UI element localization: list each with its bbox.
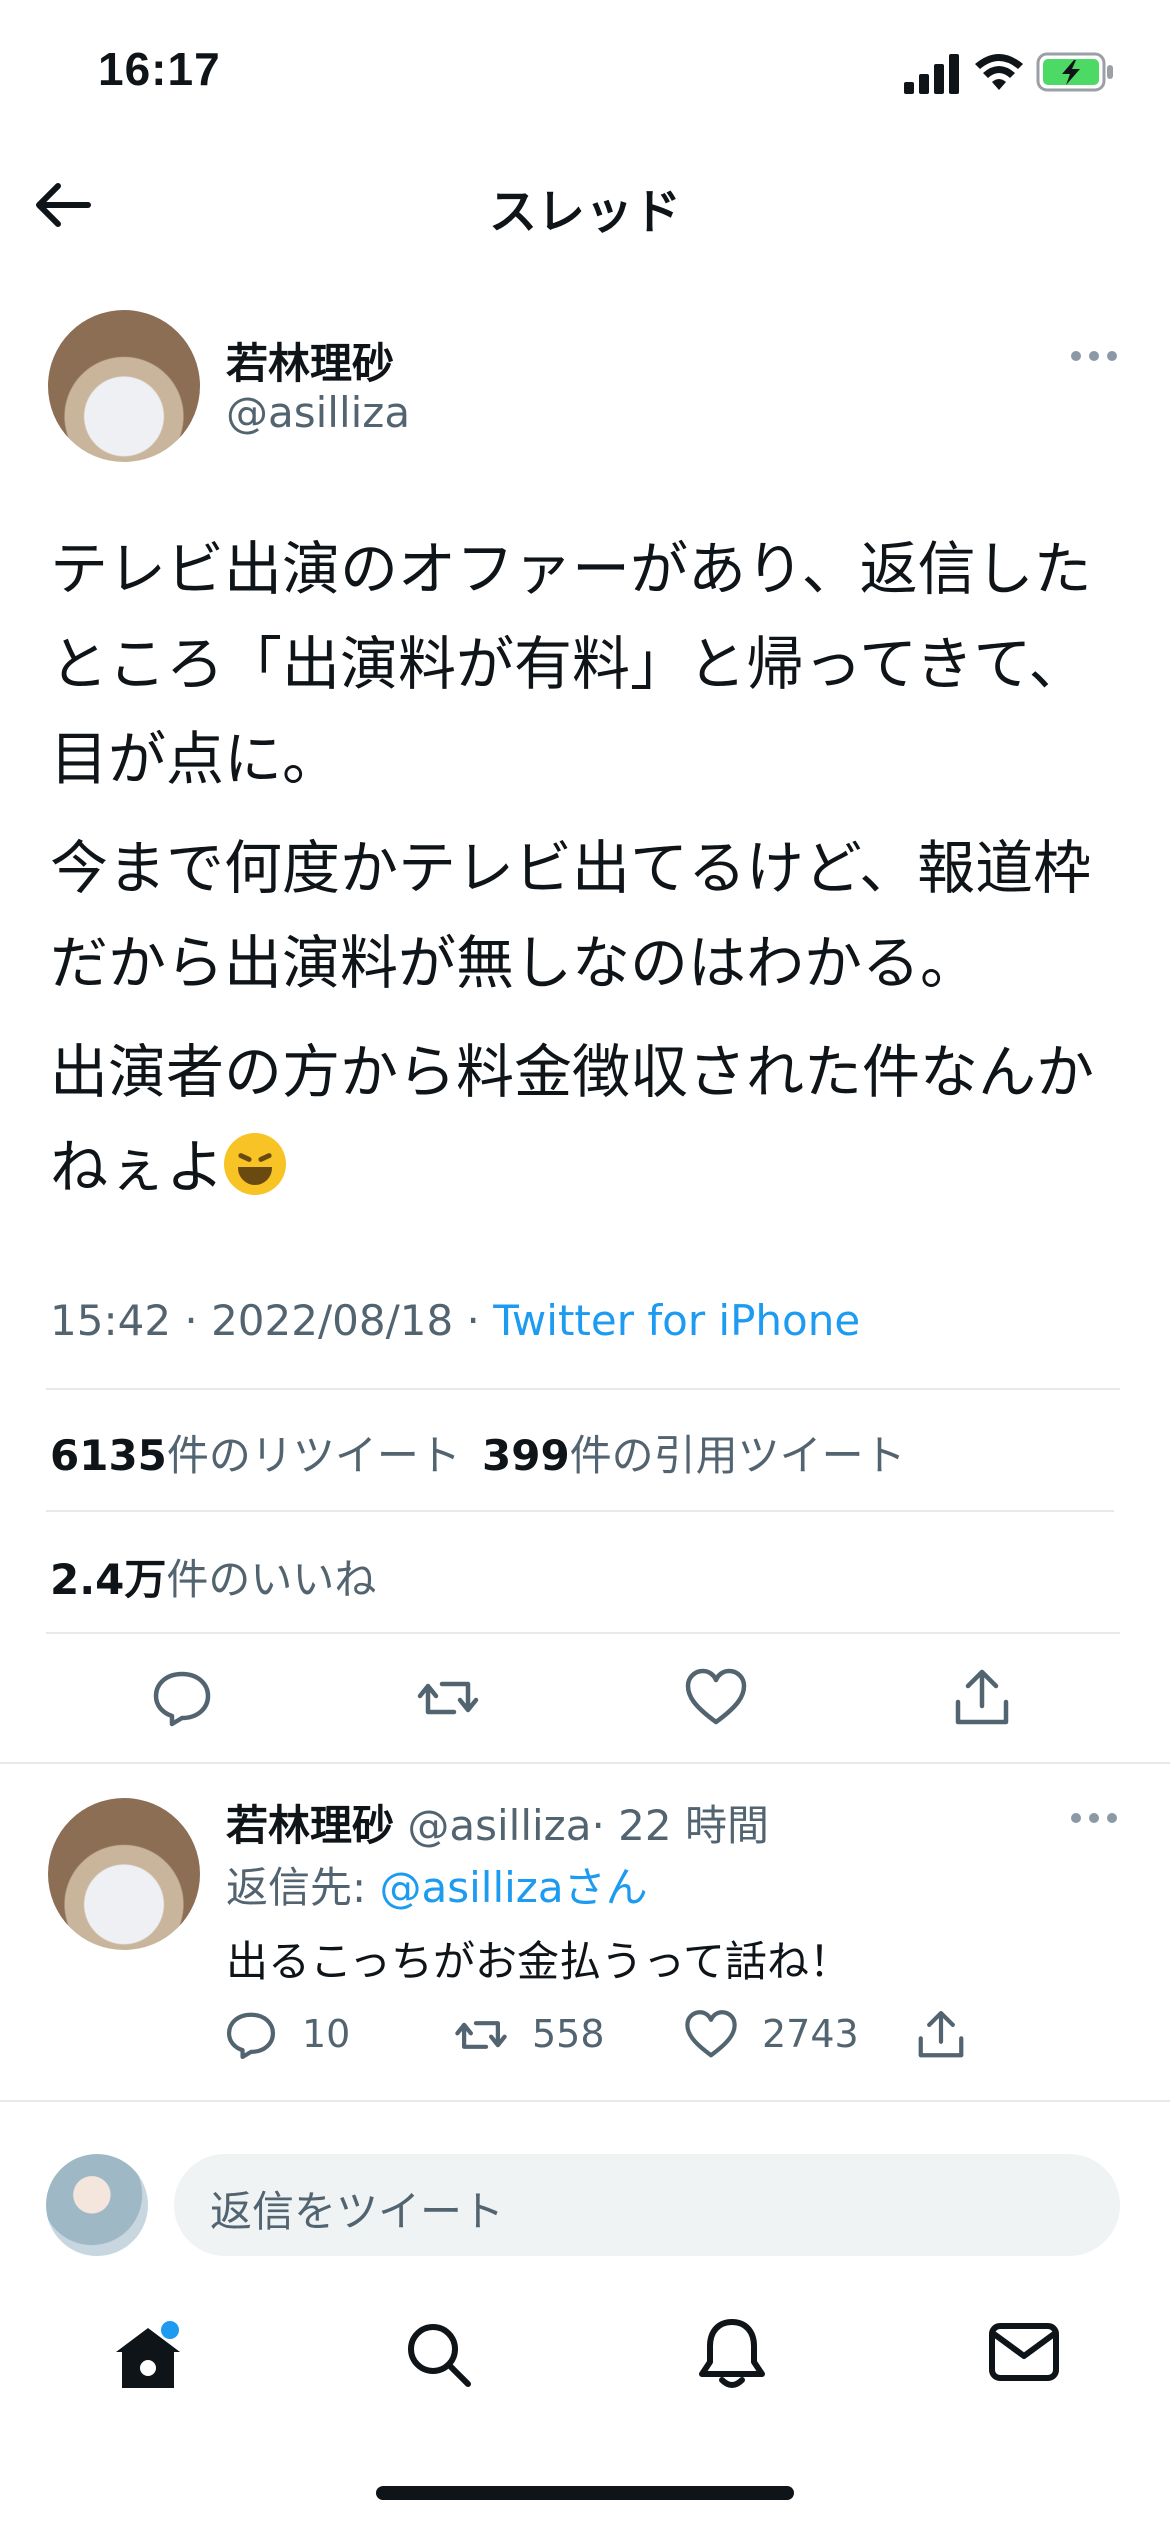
- notifications-bell-icon[interactable]: [696, 2316, 768, 2392]
- reply-header: 若林理砂 @asilliza· 22 時間: [226, 1792, 769, 1853]
- share-icon[interactable]: [950, 1666, 1014, 1730]
- tweet-paragraph: 出演者の方から料金徴収された件なんかねぇよ: [50, 1025, 1130, 1215]
- divider: [0, 2100, 1170, 2102]
- search-icon[interactable]: [402, 2318, 474, 2390]
- reply-like-heart-icon[interactable]: [684, 2008, 738, 2062]
- retweet-count: 6135: [50, 1431, 167, 1480]
- like-stats[interactable]: 2.4万件のいいね: [50, 1546, 376, 1607]
- reply-text: 出るこっちがお金払うって話ね！: [226, 1937, 851, 1986]
- reply-more-options-icon[interactable]: [1070, 1808, 1118, 1828]
- tweet-body: テレビ出演のオファーがあり、返信したところ「出演料が有料」と帰ってきて、目が点に…: [50, 522, 1130, 1229]
- reply-to-line: 返信先: @asillizaさん: [226, 1854, 648, 1915]
- messages-mail-icon[interactable]: [988, 2320, 1060, 2384]
- tweet-meta: 15:42 · 2022/08/18 · Twitter for iPhone: [50, 1296, 860, 1345]
- quote-label: 件の引用ツイート: [569, 1431, 906, 1480]
- avatar[interactable]: [48, 310, 200, 462]
- divider: [0, 1762, 1170, 1764]
- author-name[interactable]: 若林理砂: [226, 330, 394, 391]
- divider: [46, 1632, 1120, 1634]
- reply-icon[interactable]: [150, 1666, 214, 1730]
- reply-retweet-count: 558: [532, 2012, 605, 2056]
- reply-avatar[interactable]: [48, 1798, 200, 1950]
- tweet-paragraph: テレビ出演のオファーがあり、返信したところ「出演料が有料」と帰ってきて、目が点に…: [50, 535, 1092, 793]
- reply-to-handle-link[interactable]: @asilliza: [380, 1863, 564, 1912]
- like-label: 件のいいね: [166, 1555, 377, 1604]
- tweet-paragraph: 今まで何度かテレビ出てるけど、報道枠だから出演料が無しなのはわかる。: [50, 821, 1130, 1011]
- signal-icon: [904, 54, 959, 94]
- page-title: スレッド: [488, 184, 681, 240]
- author-handle[interactable]: @asilliza: [226, 388, 410, 437]
- reply-retweet-icon[interactable]: [454, 2008, 508, 2062]
- rolling-laughing-emoji-icon: [224, 1133, 287, 1195]
- reply-comment-count: 10: [302, 2012, 351, 2056]
- like-heart-icon[interactable]: [684, 1666, 748, 1730]
- more-options-icon[interactable]: [1070, 346, 1118, 366]
- retweet-stats[interactable]: 6135件のリツイート: [50, 1422, 461, 1483]
- tweet-paragraph-text: 出演者の方から料金徴収された件なんかねぇよ: [50, 1038, 1095, 1201]
- wifi-icon: [975, 54, 1023, 90]
- tweet-paragraph-text: 今まで何度かテレビ出てるけど、報道枠だから出演料が無しなのはわかる。: [50, 834, 1092, 997]
- quote-count: 399: [482, 1431, 570, 1480]
- reply-author-handle[interactable]: @asilliza: [407, 1801, 591, 1850]
- tweet-timestamp: 15:42 · 2022/08/18 ·: [50, 1296, 494, 1345]
- tweet-source-link[interactable]: Twitter for iPhone: [493, 1296, 860, 1345]
- retweet-icon[interactable]: [416, 1666, 480, 1730]
- reply-share-icon[interactable]: [914, 2008, 968, 2062]
- user-avatar[interactable]: [46, 2154, 148, 2256]
- quote-stats[interactable]: 399件の引用ツイート: [482, 1422, 906, 1483]
- home-indicator[interactable]: [376, 2486, 794, 2500]
- status-time: 16:17: [98, 43, 221, 95]
- reply-like-count: 2743: [762, 2012, 859, 2056]
- divider: [46, 1388, 1120, 1390]
- retweet-label: 件のリツイート: [166, 1431, 461, 1480]
- reply-comment-icon[interactable]: [224, 2008, 278, 2062]
- reply-to-suffix: さん: [563, 1863, 648, 1912]
- divider: [46, 1510, 1114, 1512]
- reply-to-prefix: 返信先:: [226, 1863, 380, 1912]
- home-icon[interactable]: [108, 2318, 188, 2398]
- battery-icon: [1036, 52, 1113, 92]
- reply-time: · 22 時間: [591, 1801, 769, 1850]
- reply-composer-placeholder: 返信をツイート: [210, 2187, 505, 2236]
- like-count: 2.4万: [50, 1555, 167, 1604]
- reply-author-name[interactable]: 若林理砂: [226, 1801, 394, 1850]
